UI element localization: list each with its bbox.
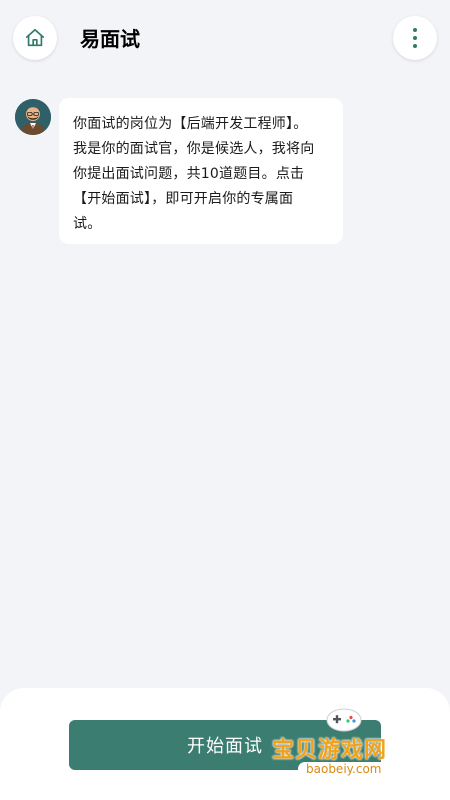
- page-title: 易面试: [80, 27, 140, 51]
- message-line: 你提出面试问题，共10道题目。点击: [73, 166, 305, 182]
- interviewer-message-bubble: 你面试的岗位为【后端开发工程师】。 我是你的面试官，你是候选人，我将向 你提出面…: [59, 98, 343, 244]
- app-header: 易面试: [0, 0, 450, 80]
- message-line: 你面试的岗位为【后端开发工程师】。: [73, 116, 308, 132]
- interviewer-avatar: [15, 99, 51, 135]
- message-line: 我是你的面试官，你是候选人，我将向: [73, 141, 315, 157]
- home-button[interactable]: [13, 16, 57, 60]
- watermark-logo: 宝贝游戏网 baobeiy.com: [272, 704, 422, 788]
- more-vertical-icon: [413, 28, 417, 48]
- more-options-button[interactable]: [393, 16, 437, 60]
- watermark-url: baobeiy.com: [298, 762, 390, 776]
- watermark-text: 宝贝游戏网: [272, 738, 388, 763]
- home-icon: [25, 28, 45, 47]
- message-line: 试。: [73, 216, 102, 232]
- message-line: 【开始面试】，即可开启你的专属面: [73, 191, 294, 207]
- gamepad-icon: [326, 708, 362, 732]
